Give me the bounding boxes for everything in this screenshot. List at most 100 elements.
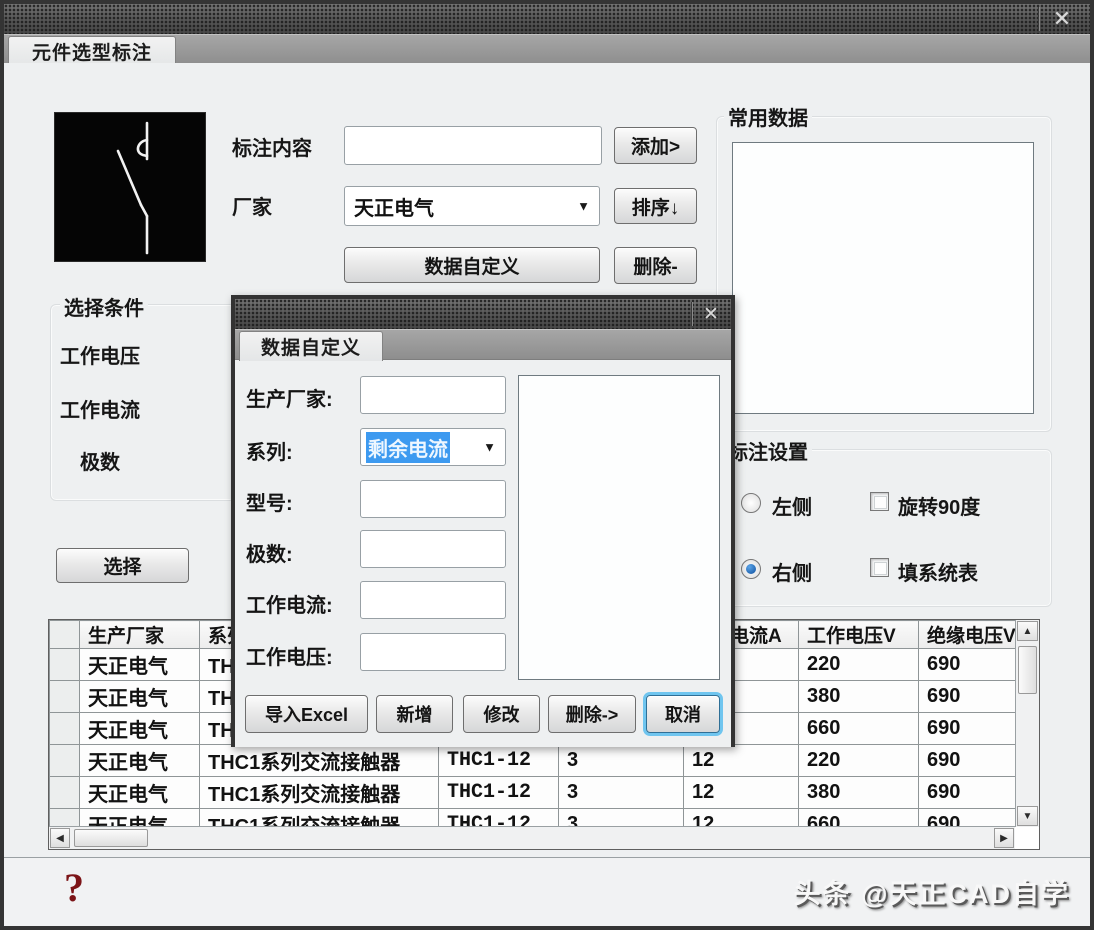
field-current-input[interactable]: [360, 581, 506, 619]
row-selector-cell[interactable]: [50, 777, 80, 809]
h-scroll-thumb[interactable]: [74, 829, 148, 847]
row-selector-cell[interactable]: [50, 649, 80, 681]
column-header[interactable]: 绝缘电压V: [919, 621, 1016, 649]
import-excel-button[interactable]: 导入Excel: [245, 695, 368, 733]
tab-component-annotation[interactable]: 元件选型标注: [8, 36, 176, 66]
checkbox-rotate90[interactable]: [870, 492, 889, 511]
main-close-button[interactable]: ✕: [1042, 4, 1082, 34]
radio-left-label: 左侧: [772, 491, 812, 520]
modal-titlebar[interactable]: ✕: [235, 299, 731, 329]
field-series-label: 系列:: [246, 436, 293, 465]
table-cell[interactable]: 660: [799, 713, 919, 745]
chevron-down-icon[interactable]: ▼: [577, 199, 590, 214]
add-new-label: 新增: [397, 701, 433, 727]
radio-left-side[interactable]: [741, 493, 761, 513]
table-cell[interactable]: THC1系列交流接触器: [200, 809, 439, 828]
delete-button[interactable]: 删除-: [614, 247, 697, 284]
tab-data-customize[interactable]: 数据自定义: [239, 331, 383, 361]
settings-title: 标注设置: [724, 436, 812, 465]
tab-label: 元件选型标注: [32, 38, 152, 65]
annotation-content-input[interactable]: [344, 126, 602, 165]
table-cell[interactable]: 天正电气: [80, 681, 200, 713]
main-titlebar[interactable]: ✕: [4, 4, 1090, 34]
modal-tab-label: 数据自定义: [261, 333, 361, 360]
field-voltage-input[interactable]: [360, 633, 506, 671]
table-cell[interactable]: 380: [799, 681, 919, 713]
table-cell[interactable]: 220: [799, 649, 919, 681]
table-cell[interactable]: 天正电气: [80, 745, 200, 777]
table-cell[interactable]: 12: [684, 809, 799, 828]
table-cell[interactable]: 690: [919, 809, 1016, 828]
column-header[interactable]: 生产厂家: [80, 621, 200, 649]
radio-right-side[interactable]: [741, 559, 761, 579]
data-customize-button[interactable]: 数据自定义: [344, 247, 600, 283]
table-cell[interactable]: 天正电气: [80, 713, 200, 745]
table-cell[interactable]: THC1-12: [439, 745, 559, 777]
scroll-right-button[interactable]: ▶: [994, 828, 1014, 848]
checkbox-rotate90-label: 旋转90度: [898, 491, 980, 520]
modal-tabstrip: 数据自定义: [235, 329, 731, 360]
select-button[interactable]: 选择: [56, 548, 189, 583]
field-model-input[interactable]: [360, 480, 506, 518]
v-scrollbar[interactable]: ▲ ▼: [1015, 620, 1039, 827]
row-selector-header[interactable]: [50, 621, 80, 649]
add-button[interactable]: 添加>: [614, 127, 697, 164]
chevron-down-icon[interactable]: ▼: [483, 440, 496, 455]
field-series-combobox[interactable]: 剩余电流 ▼: [360, 428, 506, 466]
scroll-down-button[interactable]: ▼: [1017, 806, 1038, 826]
field-model-label: 型号:: [246, 487, 293, 516]
table-cell[interactable]: 3: [559, 777, 684, 809]
table-cell[interactable]: 12: [684, 745, 799, 777]
filter-item-current: 工作电流: [60, 394, 140, 423]
table-cell[interactable]: THC1-12: [439, 777, 559, 809]
table-cell[interactable]: 690: [919, 649, 1016, 681]
table-cell[interactable]: 380: [799, 777, 919, 809]
table-cell[interactable]: 690: [919, 713, 1016, 745]
table-cell[interactable]: 3: [559, 745, 684, 777]
field-poles-input[interactable]: [360, 530, 506, 568]
modal-delete-button[interactable]: 删除->: [548, 695, 636, 733]
scroll-right-icon: ▶: [1000, 833, 1008, 844]
data-customize-label: 数据自定义: [424, 252, 519, 279]
scroll-left-button[interactable]: ◀: [50, 828, 70, 848]
table-cell[interactable]: 3: [559, 809, 684, 828]
table-row[interactable]: 天正电气THC1系列交流接触器THC1-12312660690: [50, 809, 1016, 828]
table-cell[interactable]: 660: [799, 809, 919, 828]
row-selector-cell[interactable]: [50, 745, 80, 777]
table-cell[interactable]: 12: [684, 777, 799, 809]
field-manufacturer-input[interactable]: [360, 376, 506, 414]
table-cell[interactable]: 天正电气: [80, 649, 200, 681]
row-selector-cell[interactable]: [50, 681, 80, 713]
checkbox-fill-system-table[interactable]: [870, 558, 889, 577]
field-voltage-label: 工作电压:: [246, 641, 333, 670]
row-selector-cell[interactable]: [50, 809, 80, 828]
table-cell[interactable]: 天正电气: [80, 777, 200, 809]
table-cell[interactable]: 天正电气: [80, 809, 200, 828]
help-button[interactable]: ?: [64, 864, 84, 911]
modal-close-button[interactable]: ✕: [695, 299, 727, 329]
table-cell[interactable]: 690: [919, 681, 1016, 713]
sort-button[interactable]: 排序↓: [614, 188, 697, 224]
modify-button[interactable]: 修改: [463, 695, 540, 733]
table-row[interactable]: 天正电气THC1系列交流接触器THC1-12312380690: [50, 777, 1016, 809]
table-cell[interactable]: 690: [919, 745, 1016, 777]
manufacturer-label: 厂家: [232, 191, 272, 220]
v-scroll-thumb[interactable]: [1018, 646, 1037, 694]
manufacturer-combobox[interactable]: 天正电气 ▼: [344, 186, 600, 226]
table-cell[interactable]: THC1-12: [439, 809, 559, 828]
common-data-title: 常用数据: [724, 102, 812, 131]
modify-label: 修改: [484, 701, 520, 727]
h-scrollbar[interactable]: ◀ ▶: [49, 826, 1015, 849]
common-data-listbox[interactable]: [732, 142, 1034, 414]
table-cell[interactable]: 220: [799, 745, 919, 777]
table-cell[interactable]: THC1系列交流接触器: [200, 745, 439, 777]
table-cell[interactable]: 690: [919, 777, 1016, 809]
row-selector-cell[interactable]: [50, 713, 80, 745]
scroll-up-button[interactable]: ▲: [1017, 621, 1038, 641]
modal-data-listbox[interactable]: [518, 375, 720, 680]
cancel-button[interactable]: 取消: [646, 695, 720, 733]
table-cell[interactable]: THC1系列交流接触器: [200, 777, 439, 809]
column-header[interactable]: 工作电压V: [799, 621, 919, 649]
table-row[interactable]: 天正电气THC1系列交流接触器THC1-12312220690: [50, 745, 1016, 777]
add-new-button[interactable]: 新增: [376, 695, 453, 733]
